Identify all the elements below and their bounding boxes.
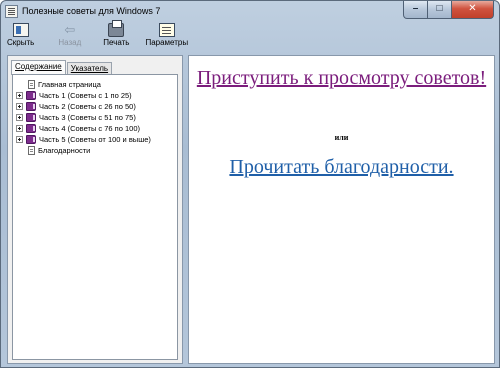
tree-item-label: Часть 1 (Советы с 1 по 25) [39, 91, 132, 100]
hide-button[interactable]: Скрыть [7, 23, 34, 53]
book-icon [26, 102, 36, 111]
page-icon [28, 146, 35, 155]
tree-item-label: Благодарности [38, 146, 91, 155]
tree-item-part-1[interactable]: Часть 1 (Советы с 1 по 25) [16, 90, 132, 101]
tree-item-label: Главная страница [38, 80, 101, 89]
options-button[interactable]: Параметры [145, 23, 188, 53]
start-viewing-link[interactable]: Приступить к просмотру советов! [189, 66, 494, 91]
expand-plus-icon[interactable] [16, 103, 23, 110]
back-label: Назад [58, 38, 82, 47]
tree-item-label: Часть 3 (Советы с 51 по 75) [39, 113, 136, 122]
nav-tabs: Содержание Указатель [11, 60, 113, 75]
expand-plus-icon[interactable] [16, 114, 23, 121]
tree-item-label: Часть 5 (Советы от 100 и выше) [39, 135, 151, 144]
options-label: Параметры [145, 38, 189, 47]
hide-pane-icon [12, 23, 29, 37]
help-window: Полезные советы для Windows 7 – □ ✕ Скры… [0, 0, 500, 368]
expand-plus-icon[interactable] [16, 92, 23, 99]
read-thanks-link[interactable]: Прочитать благодарности. [189, 155, 494, 180]
back-arrow-icon: ⇦ [64, 22, 76, 37]
printer-icon [108, 20, 125, 37]
options-icon [158, 23, 175, 37]
expand-plus-icon[interactable] [16, 136, 23, 143]
tree-item-label: Часть 4 (Советы с 76 по 100) [39, 124, 141, 133]
close-button[interactable]: ✕ [452, 1, 494, 19]
maximize-button[interactable]: □ [428, 1, 452, 19]
expand-plus-icon[interactable] [16, 125, 23, 132]
window-controls: – □ ✕ [403, 1, 494, 19]
print-label: Печать [103, 38, 130, 47]
tree-item-part-3[interactable]: Часть 3 (Советы с 51 по 75) [16, 112, 136, 123]
tab-contents[interactable]: Содержание [11, 60, 66, 75]
book-icon [26, 124, 36, 133]
help-app-icon[interactable] [5, 5, 18, 18]
navigation-pane: Содержание Указатель Главная страница Ча… [7, 55, 183, 364]
contents-tree[interactable]: Главная страница Часть 1 (Советы с 1 по … [12, 74, 178, 360]
print-button[interactable]: Печать [103, 20, 130, 53]
book-icon [26, 113, 36, 122]
page-icon [28, 80, 35, 89]
content-pane: Приступить к просмотру советов! или Проч… [188, 55, 495, 364]
or-text: или [334, 133, 349, 142]
tree-item-thanks[interactable]: Благодарности [28, 145, 90, 156]
book-icon [26, 91, 36, 100]
book-icon [26, 135, 36, 144]
title-bar[interactable]: Полезные советы для Windows 7 – □ ✕ [1, 1, 499, 23]
tree-item-label: Часть 2 (Советы с 26 по 50) [39, 102, 136, 111]
tree-item-part-5[interactable]: Часть 5 (Советы от 100 и выше) [16, 134, 151, 145]
toolbar: Скрыть ⇦ Назад Печать Параметры [7, 20, 493, 53]
tree-item-home[interactable]: Главная страница [28, 79, 101, 90]
tree-item-part-4[interactable]: Часть 4 (Советы с 76 по 100) [16, 123, 140, 134]
tree-item-part-2[interactable]: Часть 2 (Советы с 26 по 50) [16, 101, 136, 112]
window-title: Полезные советы для Windows 7 [22, 6, 161, 16]
back-button[interactable]: ⇦ Назад [58, 23, 81, 53]
hide-label: Скрыть [7, 38, 35, 47]
minimize-button[interactable]: – [403, 1, 428, 19]
